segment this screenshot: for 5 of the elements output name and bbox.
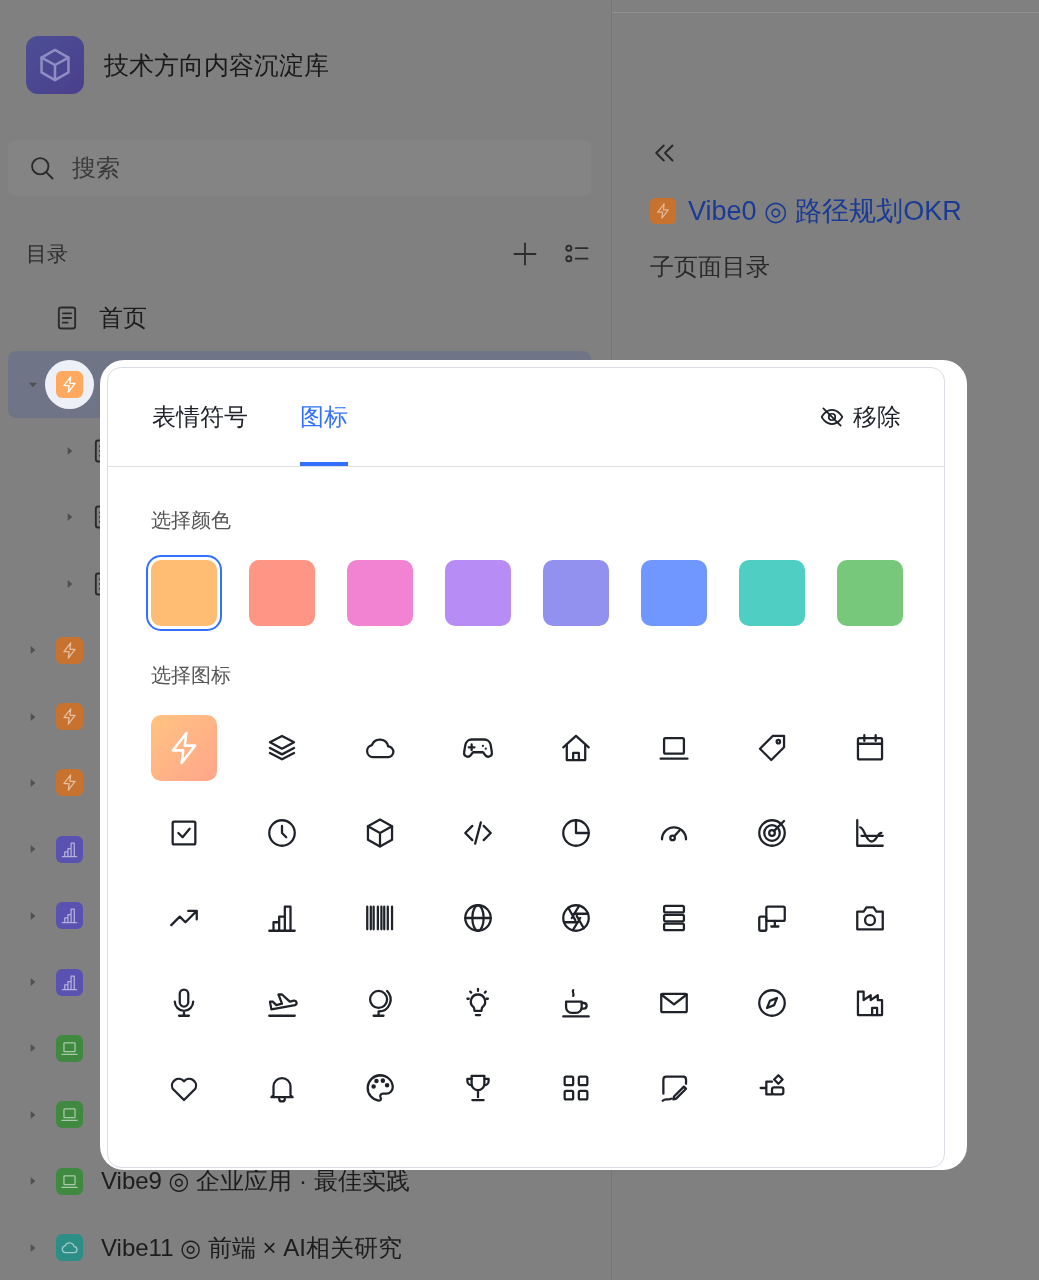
section-label: 选择图标 [151, 663, 232, 688]
subpage-heading: 子页面目录 [650, 252, 771, 282]
section-label: 选择颜色 [151, 508, 232, 533]
section-label: 目录 [26, 241, 68, 267]
workspace-title: 技术方向内容沉淀库 [104, 49, 329, 81]
